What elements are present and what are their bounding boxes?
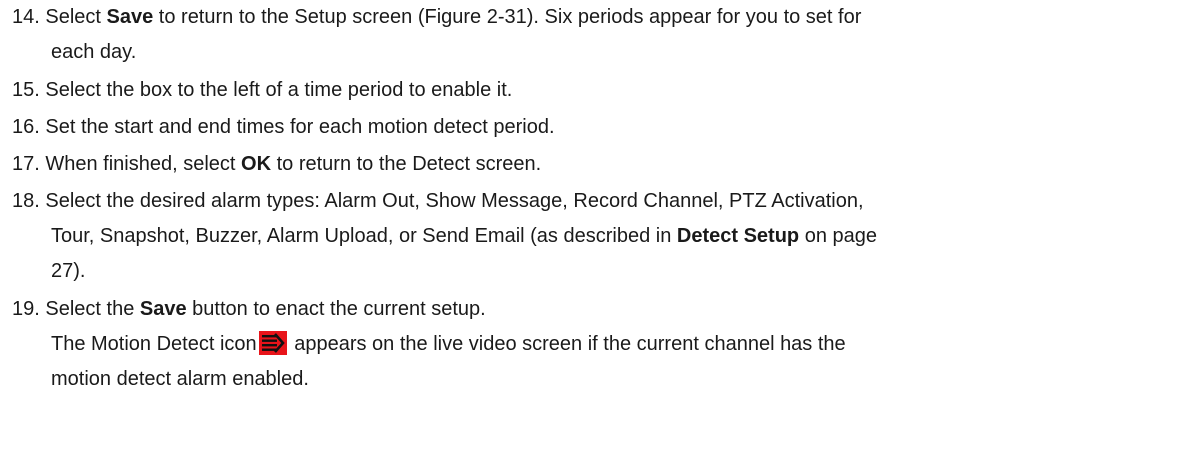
bold-term: OK [241, 153, 272, 175]
step-text: Select [39, 6, 107, 28]
step-16: 16. Set the start and end times for each… [12, 112, 555, 142]
step-number: 16. [12, 116, 40, 138]
step-15: 15. Select the box to the left of a time… [12, 75, 512, 105]
step-text: to return to the Detect screen. [271, 153, 542, 175]
step-text: button to enact the current setup. [186, 298, 486, 320]
step-text: Select the [39, 298, 140, 320]
step-18-continued: Tour, Snapshot, Buzzer, Alarm Upload, or… [51, 221, 877, 251]
step-number: 15. [12, 79, 40, 101]
step-18: 18. Select the desired alarm types: Alar… [12, 186, 864, 216]
step-14: 14. Select Save to return to the Setup s… [12, 2, 861, 32]
step-number: 14. [12, 6, 40, 28]
step-19: 19. Select the Save button to enact the … [12, 294, 486, 324]
step-text: each day. [51, 41, 137, 63]
step-17: 17. When finished, select OK to return t… [12, 149, 541, 179]
step-text: When finished, select [39, 153, 242, 175]
step-text: 27). [51, 260, 86, 282]
step-number: 19. [12, 298, 40, 320]
step-text: to return to the Setup screen (Figure 2-… [153, 6, 862, 28]
step-text: Tour, Snapshot, Buzzer, Alarm Upload, or… [51, 225, 677, 247]
step-text: on page [799, 225, 877, 247]
step-19-note-continued: motion detect alarm enabled. [51, 364, 309, 394]
step-text: Select the box to the left of a time per… [39, 79, 513, 101]
step-number: 17. [12, 153, 40, 175]
bold-term: Save [106, 6, 154, 28]
step-text: appears on the live video screen if the … [288, 333, 846, 355]
step-19-note: The Motion Detect icon appears on the li… [51, 329, 846, 359]
step-text: Set the start and end times for each mot… [39, 116, 555, 138]
step-text: motion detect alarm enabled. [51, 368, 309, 390]
motion-detect-icon [258, 331, 287, 355]
step-text: Select the desired alarm types: Alarm Ou… [39, 190, 864, 212]
step-number: 18. [12, 190, 40, 212]
bold-term: Save [139, 298, 187, 320]
step-18-continued-2: 27). [51, 256, 85, 286]
step-text: The Motion Detect icon [51, 333, 257, 355]
step-14-continued: each day. [51, 37, 136, 67]
bold-term: Detect Setup [676, 225, 800, 247]
